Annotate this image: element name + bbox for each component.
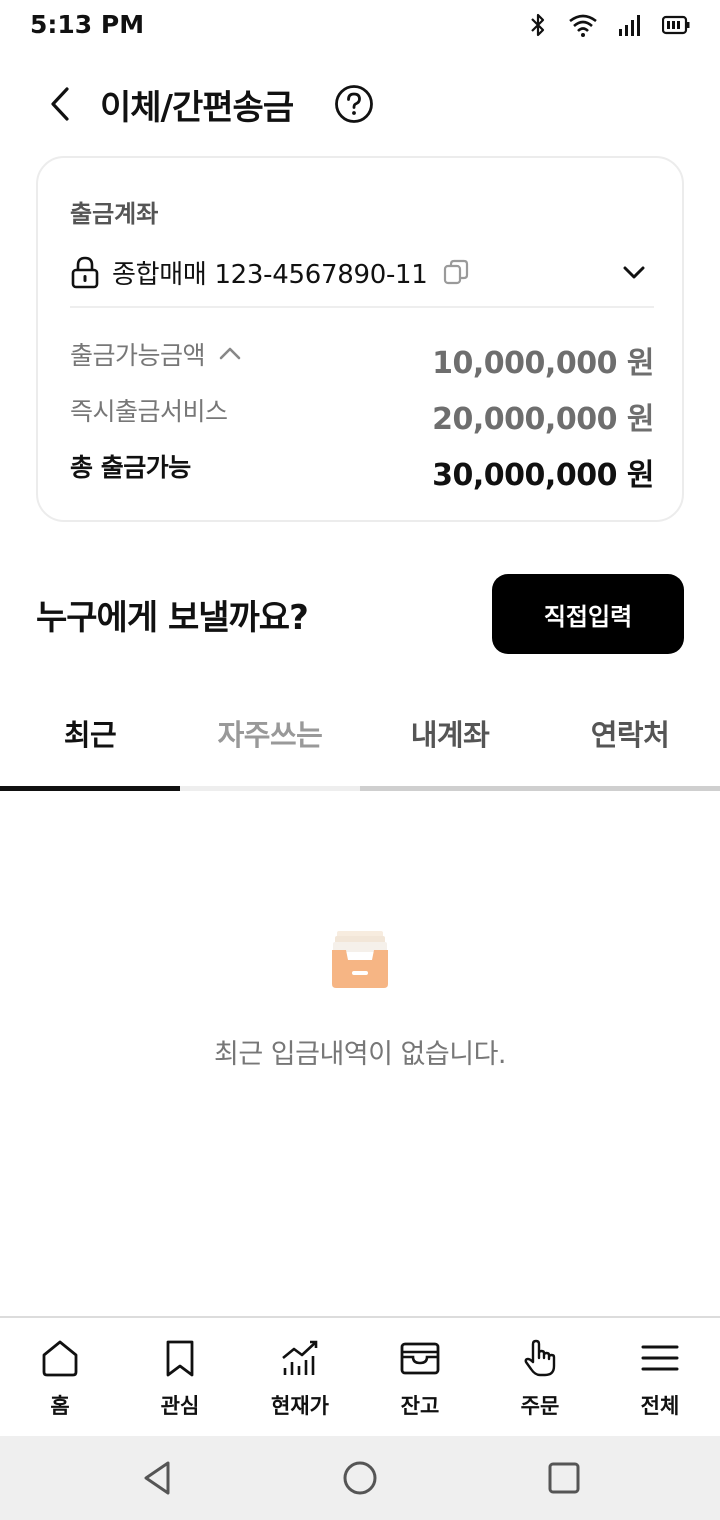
available-amount-label: 출금가능금액 <box>70 341 206 370</box>
bottom-nav: 홈 관심 현재가 잔고 주문 전체 <box>0 1316 720 1436</box>
tab-track <box>180 786 360 791</box>
lock-icon <box>71 256 99 289</box>
empty-state-message: 최근 입금내역이 없습니다. <box>214 1039 507 1070</box>
wallet-icon <box>400 1342 440 1375</box>
nav-label: 현재가 <box>271 1394 329 1418</box>
tab-frequent[interactable]: 자주쓰는 <box>180 712 360 788</box>
tab-active-indicator <box>0 786 180 791</box>
back-button[interactable] <box>38 82 82 126</box>
nav-item-order[interactable]: 주문 <box>480 1338 600 1438</box>
direct-input-button[interactable]: 직접입력 <box>492 574 684 654</box>
system-navigation-bar <box>0 1436 720 1520</box>
available-amount-row: 출금가능금액 10,000,000 원 <box>70 336 654 381</box>
inbox-icon <box>332 931 388 988</box>
chevron-down-icon[interactable] <box>618 256 650 288</box>
chart-icon <box>282 1340 318 1375</box>
help-icon[interactable] <box>334 84 374 124</box>
divider <box>70 306 654 308</box>
nav-item-balance[interactable]: 잔고 <box>360 1338 480 1438</box>
nav-item-quote[interactable]: 현재가 <box>240 1338 360 1438</box>
instant-withdrawal-label: 즉시출금서비스 <box>70 397 228 426</box>
nav-item-all[interactable]: 전체 <box>600 1338 720 1438</box>
tab-my-accounts[interactable]: 내계좌 <box>360 712 540 788</box>
page-header: 이체/간편송금 <box>0 70 720 140</box>
nav-item-watchlist[interactable]: 관심 <box>120 1338 240 1438</box>
total-withdrawal-label: 총 출금가능 <box>70 453 191 482</box>
nav-item-home[interactable]: 홈 <box>0 1338 120 1438</box>
instant-withdrawal-row: 즉시출금서비스 20,000,000 원 <box>70 392 654 437</box>
tab-recent[interactable]: 최근 <box>0 712 180 788</box>
home-icon <box>42 1340 78 1377</box>
nav-label: 전체 <box>640 1394 680 1418</box>
nav-label: 홈 <box>50 1394 70 1418</box>
tab-track <box>360 786 720 791</box>
back-triangle-icon[interactable] <box>138 1458 178 1498</box>
nav-label: 관심 <box>160 1394 200 1418</box>
chevron-up-icon <box>219 347 241 360</box>
total-withdrawal-value: 30,000,000 원 <box>432 458 654 493</box>
chevron-left-icon <box>51 87 69 121</box>
withdrawal-account-label: 출금계좌 <box>70 200 159 228</box>
nav-label: 주문 <box>520 1394 560 1418</box>
empty-state: 최근 입금내역이 없습니다. <box>0 930 720 1071</box>
hand-pointer-icon <box>524 1339 556 1377</box>
available-amount-toggle[interactable]: 출금가능금액 <box>70 336 243 372</box>
tab-contacts[interactable]: 연락처 <box>540 712 720 788</box>
nav-label: 잔고 <box>400 1394 440 1418</box>
page-title: 이체/간편송금 <box>100 88 294 128</box>
bluetooth-icon <box>531 13 545 37</box>
recipient-tabs: 최근 자주쓰는 내계좌 연락처 <box>0 712 720 792</box>
account-name: 종합매매 123-4567890-11 <box>112 259 428 290</box>
status-bar: 5:13 PM <box>0 0 720 50</box>
home-circle-icon[interactable] <box>340 1458 380 1498</box>
status-time: 5:13 PM <box>30 10 145 39</box>
total-withdrawal-row: 총 출금가능 30,000,000 원 <box>70 448 654 493</box>
menu-icon <box>641 1345 679 1371</box>
status-icons <box>528 12 690 38</box>
account-selector[interactable]: 종합매매 123-4567890-11 <box>70 250 654 294</box>
available-amount-value: 10,000,000 원 <box>432 346 654 381</box>
copy-icon[interactable] <box>442 258 470 286</box>
bookmark-icon <box>166 1340 194 1377</box>
wifi-icon <box>569 14 597 37</box>
battery-icon <box>662 15 690 35</box>
withdrawal-account-card: 출금계좌 종합매매 123-4567890-11 출금가능금액 10,000,0… <box>36 156 684 522</box>
recipient-title: 누구에게 보낼까요? <box>36 598 309 638</box>
recents-square-icon[interactable] <box>544 1458 584 1498</box>
instant-withdrawal-value: 20,000,000 원 <box>432 402 654 437</box>
signal-icon <box>619 15 640 36</box>
